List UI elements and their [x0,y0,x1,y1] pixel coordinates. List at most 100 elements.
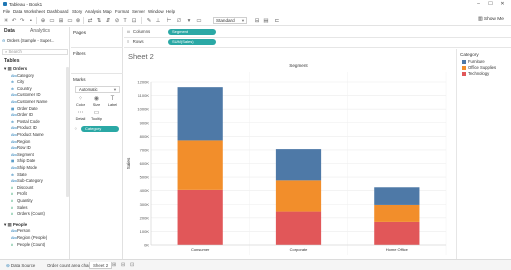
view-cards-icon[interactable]: ⊟ [254,18,260,24]
clear-sheet-icon[interactable]: ⊗ [75,18,81,24]
tableau-logo-icon[interactable]: ✳ [3,18,9,24]
mark-type-select[interactable]: Automatic ▼ [75,86,120,93]
field-item[interactable]: AbcRow ID [11,145,31,150]
menu-dashboard[interactable]: Dashboard [47,9,68,14]
show-me-button[interactable]: ▥ Show Me [478,17,504,22]
field-item[interactable]: # Discount [11,185,33,190]
field-search-input[interactable]: ⌕ Search [2,49,68,55]
fit-select[interactable]: Standard ▼ [213,17,247,24]
fix-axes-icon[interactable]: ⊡ [131,18,137,24]
sort-desc-icon[interactable]: ⇵ [105,18,111,24]
field-item[interactable]: ⊕ City [11,79,24,84]
minimize-button[interactable]: – [474,1,483,8]
new-dashboard-icon[interactable]: ⊟ [121,262,125,269]
field-item[interactable]: AbcCustomer ID [11,92,41,97]
rows-sales-pill[interactable]: SUM(Sales) [168,39,216,45]
tooltip-icon[interactable]: ▾ [186,18,192,24]
menu-analysis[interactable]: Analysis [85,9,101,14]
tab-sheet-2[interactable]: Sheet 2 [89,262,113,269]
table-group-orders[interactable]: ▾ ▦ Orders [4,66,27,72]
new-worksheet-icon[interactable]: ⊞ [112,262,116,269]
menu-data[interactable]: Data [13,9,22,14]
field-item[interactable]: # Profit [11,191,27,196]
close-button[interactable]: ✕ [498,1,507,8]
field-item[interactable]: AbcProduct ID [11,125,37,130]
tab-order-count-area-chart[interactable]: Order count area chart [44,262,94,269]
label-button[interactable]: T Label [105,96,120,109]
category-color-pill[interactable]: Category [81,126,119,132]
field-item[interactable]: AbcRegion [11,139,30,144]
field-item[interactable]: AbcCategory [11,73,34,78]
menu-window[interactable]: Window [148,9,164,14]
datasource-item[interactable]: ⊖ Orders (Sample - Super... [2,38,68,44]
field-item[interactable]: ▦ Order Date [11,106,38,111]
detail-button[interactable]: ⋯ Detail [73,110,88,123]
field-item[interactable]: AbcSub-Category [11,178,43,183]
tab-analytics[interactable]: Analytics [30,28,50,34]
field-item[interactable]: ⊕ Postal Code [11,119,40,124]
duplicate-icon[interactable]: ▭ [67,18,73,24]
data-pane-scrollbar[interactable] [66,67,69,197]
presentation-icon[interactable]: ▭ [196,18,202,24]
size-button[interactable]: ◉ Size [89,96,104,109]
highlight-icon[interactable]: ✎ [146,18,152,24]
redo-icon[interactable]: ↷ [19,18,25,24]
field-item[interactable]: # Orders (Count) [11,211,45,216]
rows-icon: ≡ [127,39,130,44]
menu-help[interactable]: Help [166,9,175,14]
field-item[interactable]: ⊕ State [11,172,27,177]
new-story-icon[interactable]: ⊡ [130,262,134,269]
legend-title: Category [460,52,479,57]
menu-map[interactable]: Map [103,9,112,14]
field-item[interactable]: AbcCustomer Name [11,99,47,104]
menu-file[interactable]: File [3,9,10,14]
field-item[interactable]: ▦ Ship Date [11,158,35,163]
field-item[interactable]: AbcShip Mode [11,165,37,170]
swap-icon[interactable]: ⇄ [87,18,93,24]
field-item[interactable]: AbcSegment [11,152,34,157]
tab-data-source[interactable]: ⊖ Data Source [3,262,38,269]
y-tick-label: 100K [140,229,150,234]
group-icon[interactable]: ⊘ [114,18,120,24]
view-toggle-icon[interactable]: ▤ [263,18,269,24]
bar-segment [177,140,223,190]
dimension-icon: Abc [11,179,18,184]
tooltip-icon: ▭ [93,110,100,116]
columns-segment-pill[interactable]: Segment [168,29,216,35]
menu-worksheet[interactable]: Worksheet [24,9,45,14]
pin-icon[interactable]: ⊥ [155,18,161,24]
field-item[interactable]: ⊕ Country [11,86,32,91]
sort-asc-icon[interactable]: ⇅ [96,18,102,24]
menu-story[interactable]: Story [72,9,82,14]
menu-format[interactable]: Format [115,9,129,14]
undo-icon[interactable]: ↶ [11,18,17,24]
legend-item-office-supplies[interactable]: Office Supplies [462,65,496,70]
save-icon[interactable]: ▪ [28,18,34,24]
share-icon[interactable]: ⊏ [274,18,280,24]
field-item[interactable]: # Quantity [11,198,33,203]
new-datasource-icon[interactable]: ⊕ [40,18,46,24]
field-item[interactable]: AbcProduct Name [11,132,44,137]
new-worksheet-icon[interactable]: ⊞ [58,18,64,24]
marks-card-icon[interactable]: ∅ [176,18,182,24]
field-item[interactable]: AbcPerson [11,228,30,233]
color-button[interactable]: ⁘ Color [73,96,88,109]
tab-data[interactable]: Data [4,28,15,34]
y-tick-label: 800K [140,134,150,139]
maximize-button[interactable]: ☐ [486,1,495,8]
measure-icon: # [11,242,13,247]
legend-item-furniture[interactable]: Furniture [462,59,485,64]
field-item[interactable]: AbcOrder ID [11,112,33,117]
field-item[interactable]: # People (Count) [11,242,45,247]
y-tick-label: 1200K [137,80,149,85]
legend-item-technology[interactable]: Technology [462,71,489,76]
table-group-people[interactable]: ▾ ▦ People [4,222,27,228]
menu-server[interactable]: Server [132,9,145,14]
label-icon: T [110,96,115,102]
fit-width-icon[interactable]: ⊢ [166,18,172,24]
pause-updates-icon[interactable]: ▭ [49,18,55,24]
tooltip-button[interactable]: ▭ Tooltip [89,110,104,123]
field-item[interactable]: AbcRegion (People) [11,235,47,240]
field-item[interactable]: # Sales [11,205,27,210]
label-icon[interactable]: T [122,18,128,24]
